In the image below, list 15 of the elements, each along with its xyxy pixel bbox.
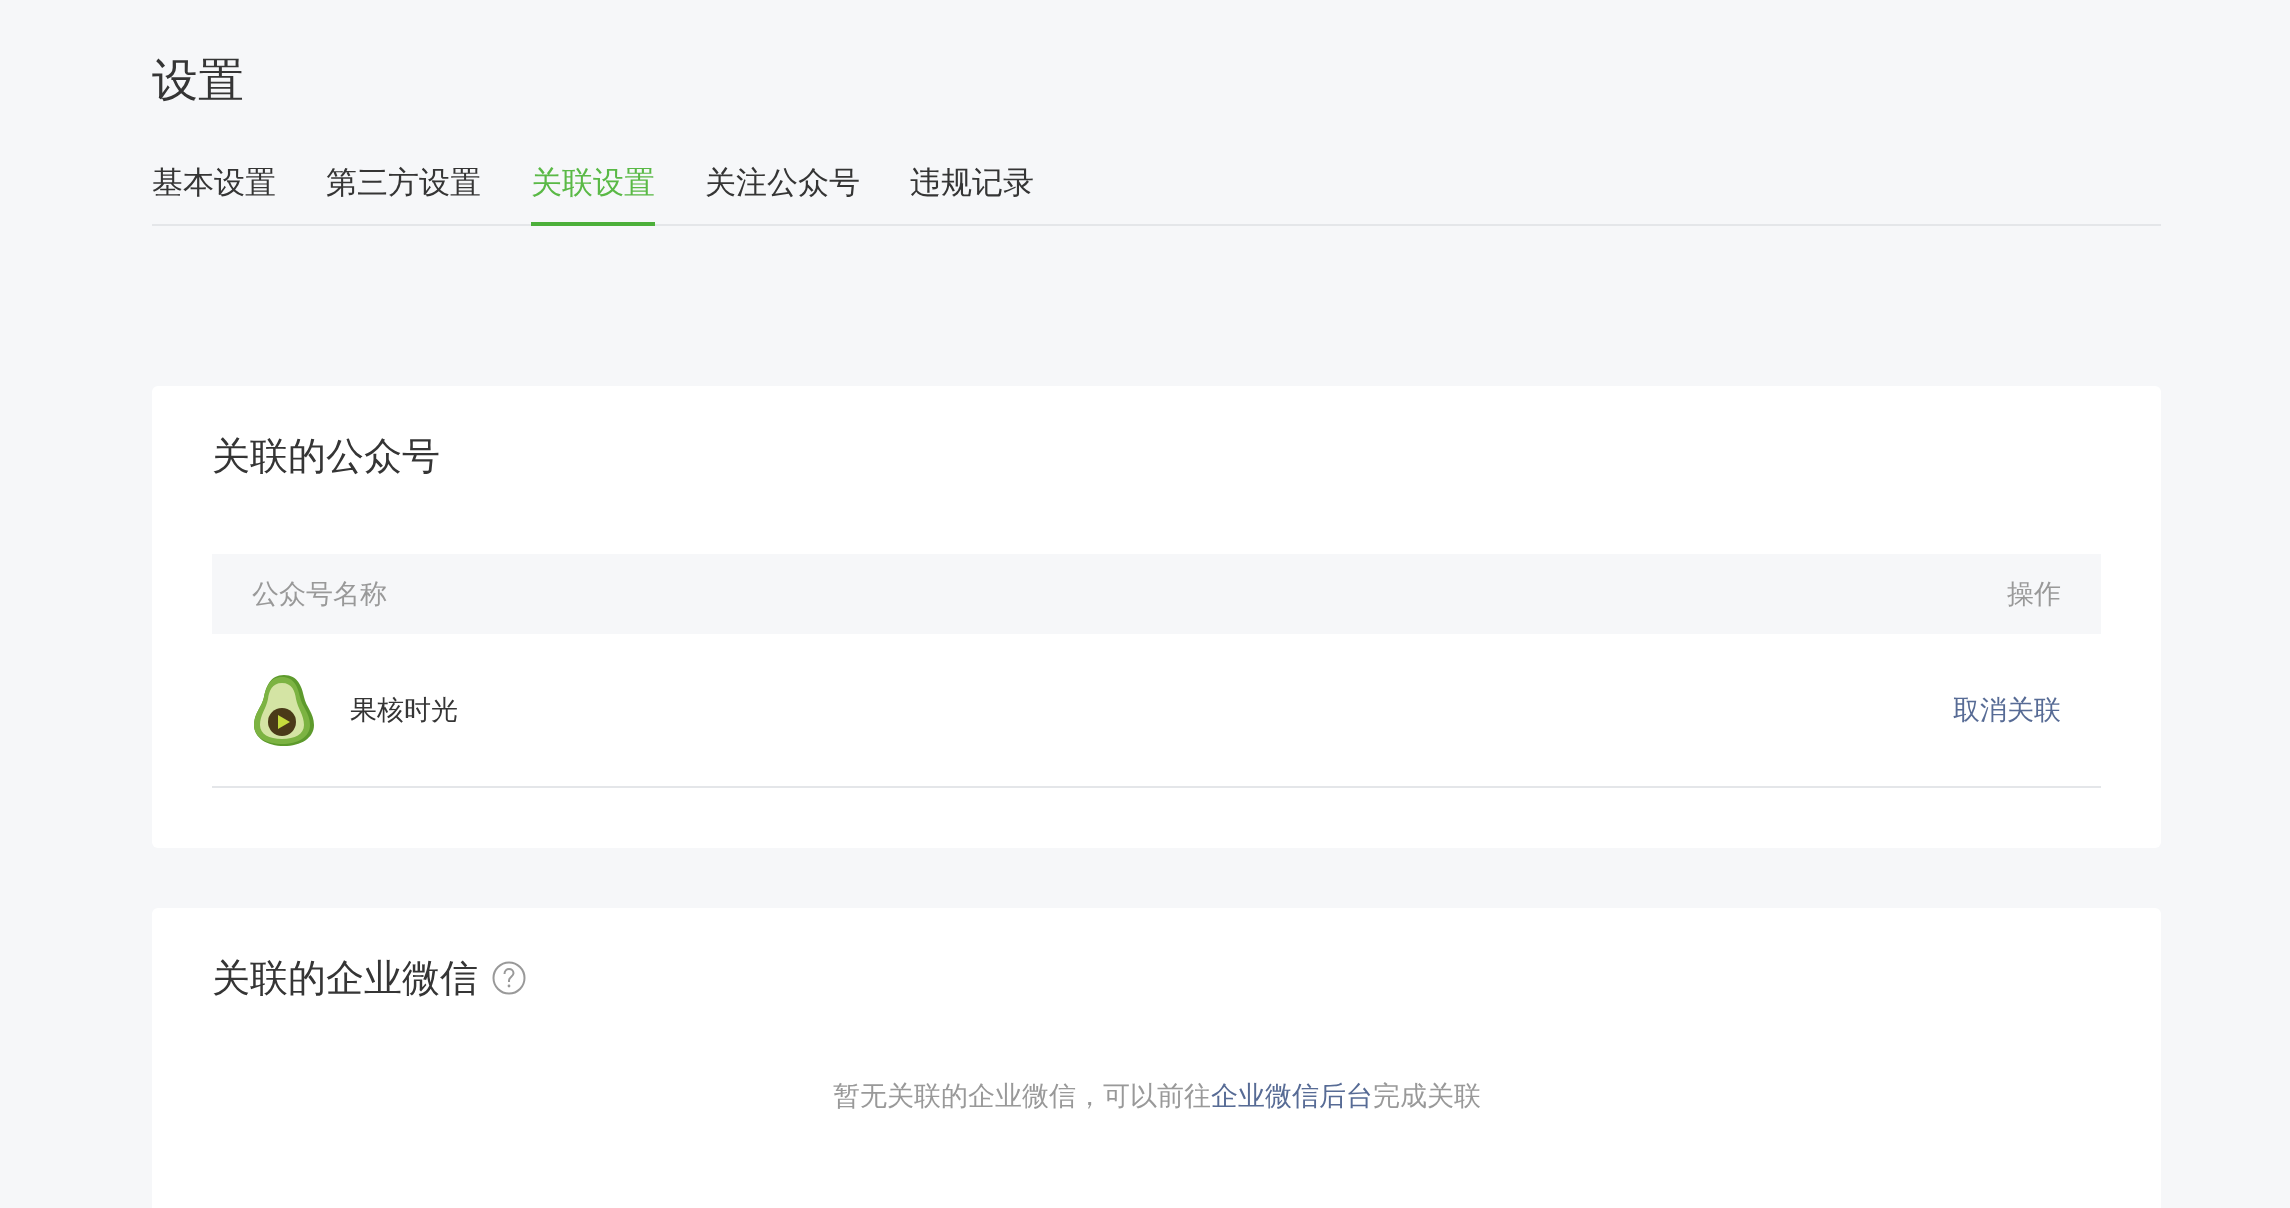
section-title: 关联的公众号 <box>212 433 440 480</box>
help-icon[interactable] <box>492 961 526 995</box>
tab[interactable]: 第三方设置 <box>326 162 481 226</box>
column-header: 公众号名称 <box>252 577 387 611</box>
section-title: 关联的企业微信 <box>212 955 478 1002</box>
empty-message: 暂无关联的企业微信，可以前往企业微信后台完成关联 <box>831 1079 1482 1113</box>
tab[interactable]: 违规记录 <box>910 162 1034 226</box>
tab[interactable]: 基本设置 <box>152 162 276 226</box>
tab[interactable]: 关注公众号 <box>705 162 860 226</box>
account-name: 果核时光 <box>350 693 459 727</box>
page-title: 设置 <box>152 52 245 109</box>
unlink-link[interactable]: 取消关联 <box>1953 692 2061 728</box>
wecom-admin-link[interactable]: 企业微信后台 <box>1210 1080 1373 1111</box>
avocado-icon <box>252 673 316 747</box>
column-header: 操作 <box>2007 577 2061 611</box>
